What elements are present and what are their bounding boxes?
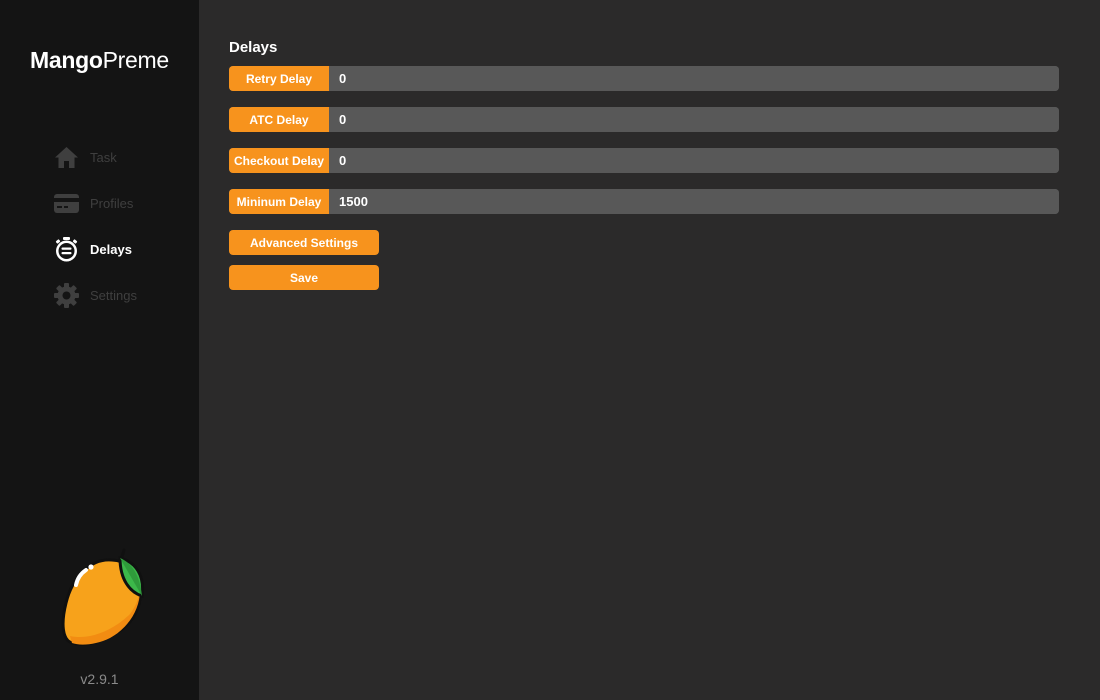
retry-delay-input[interactable]	[329, 66, 1059, 91]
sidebar-item-label: Task	[90, 149, 117, 165]
stopwatch-icon	[53, 236, 80, 263]
sidebar-item-task[interactable]: Task	[53, 143, 137, 171]
sidebar-item-settings[interactable]: Settings	[53, 281, 137, 309]
sidebar-item-profiles[interactable]: Profiles	[53, 189, 137, 217]
brand-regular: Preme	[102, 47, 170, 73]
sidebar-item-label: Profiles	[90, 195, 134, 211]
gear-icon	[53, 282, 80, 309]
sidebar-item-delays[interactable]: Delays	[53, 235, 137, 263]
retry-delay-row: Retry Delay	[229, 66, 1059, 91]
minimum-delay-label: Mininum Delay	[229, 189, 329, 214]
checkout-delay-row: Checkout Delay	[229, 148, 1059, 173]
brand-bold: Mango	[30, 47, 103, 73]
app-window: MangoPreme Task Profiles Delays Settings…	[0, 0, 1100, 700]
minimum-delay-input[interactable]	[329, 189, 1059, 214]
mango-logo-icon	[50, 548, 150, 648]
checkout-delay-input[interactable]	[329, 148, 1059, 173]
advanced-settings-button[interactable]: Advanced Settings	[229, 230, 379, 255]
sidebar: MangoPreme Task Profiles Delays Settings…	[0, 0, 199, 700]
main-panel: Delays Retry Delay ATC Delay Checkout De…	[199, 0, 1100, 700]
retry-delay-label: Retry Delay	[229, 66, 329, 91]
card-icon	[53, 190, 80, 217]
home-icon	[53, 144, 80, 171]
sidebar-item-label: Delays	[90, 241, 132, 257]
brand-logo-text: MangoPreme	[30, 47, 169, 74]
minimum-delay-row: Mininum Delay	[229, 189, 1059, 214]
atc-delay-label: ATC Delay	[229, 107, 329, 132]
page-title: Delays	[229, 39, 278, 56]
save-button[interactable]: Save	[229, 265, 379, 290]
atc-delay-row: ATC Delay	[229, 107, 1059, 132]
atc-delay-input[interactable]	[329, 107, 1059, 132]
sidebar-nav: Task Profiles Delays Settings	[53, 143, 137, 327]
checkout-delay-label: Checkout Delay	[229, 148, 329, 173]
delay-fields: Retry Delay ATC Delay Checkout Delay Min…	[229, 66, 1059, 230]
version-label: v2.9.1	[80, 671, 119, 687]
sidebar-item-label: Settings	[90, 287, 137, 303]
